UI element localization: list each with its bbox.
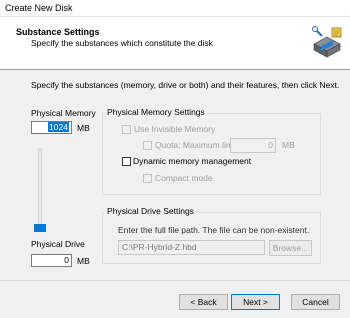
drive-settings-title: Physical Drive Settings xyxy=(105,206,196,216)
memory-settings-title: Physical Memory Settings xyxy=(105,107,207,117)
window-title: Create New Disk xyxy=(5,3,73,13)
dynamic-memory-label: Dynamic memory management xyxy=(133,156,252,166)
use-invisible-memory-checkbox[interactable] xyxy=(122,125,131,134)
drive-settings-group xyxy=(102,212,321,264)
quota-label: Quota: Maximum limit xyxy=(155,140,238,150)
dynamic-memory-checkbox[interactable] xyxy=(122,157,131,166)
physical-memory-value: 1024 xyxy=(48,122,69,132)
physical-memory-label: Physical Memory xyxy=(31,108,96,118)
title-bar: Create New Disk xyxy=(0,0,350,17)
memory-drive-slider-track[interactable] xyxy=(38,148,42,230)
physical-memory-input[interactable]: 1024 xyxy=(31,121,72,134)
physical-drive-label: Physical Drive xyxy=(31,239,85,249)
quota-input[interactable]: 0 xyxy=(230,138,276,153)
instructions-text: Specify the substances (memory, drive or… xyxy=(31,80,340,90)
compact-mode-checkbox[interactable] xyxy=(143,174,152,183)
physical-drive-input[interactable]: 0 xyxy=(31,254,72,267)
use-invisible-memory-label: Use Invisible Memory xyxy=(134,124,216,134)
drive-path-hint: Enter the full file path. The file can b… xyxy=(118,225,310,235)
compact-mode-label: Compact mode xyxy=(155,173,213,183)
cancel-button[interactable]: Cancel xyxy=(291,294,340,310)
quota-unit: MB xyxy=(282,140,295,150)
disk-wizard-icon xyxy=(312,26,342,58)
wizard-header: Substance Settings Specify the substance… xyxy=(0,17,350,70)
physical-drive-unit: MB xyxy=(77,256,90,266)
next-button[interactable]: Next > xyxy=(231,294,280,310)
header-title: Substance Settings xyxy=(16,27,100,37)
quota-checkbox[interactable] xyxy=(143,141,152,150)
header-subtitle: Specify the substances which constitute … xyxy=(31,38,213,48)
physical-memory-unit: MB xyxy=(77,123,90,133)
drive-path-input[interactable]: C:\PR-Hybrid-Z.hbd xyxy=(118,240,265,255)
browse-button[interactable]: Browse... xyxy=(269,240,312,256)
memory-drive-slider-thumb[interactable] xyxy=(34,224,46,232)
footer-separator xyxy=(0,280,350,281)
back-button[interactable]: < Back xyxy=(179,294,228,310)
